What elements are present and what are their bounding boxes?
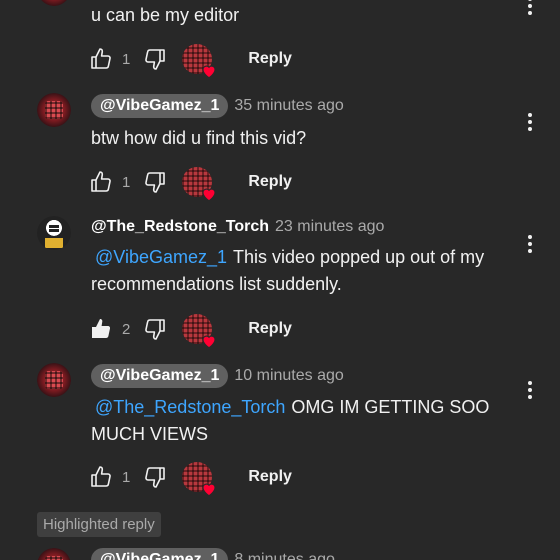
- more-options-button[interactable]: [524, 0, 536, 18]
- like-count: 1: [122, 50, 131, 68]
- thumbs-down-icon: [143, 317, 167, 341]
- avatar[interactable]: [37, 363, 71, 397]
- like-count: 1: [122, 173, 131, 191]
- comment-header: @VibeGamez_1 10 minutes ago: [91, 364, 344, 388]
- creator-heart: [182, 44, 212, 74]
- timestamp[interactable]: 35 minutes ago: [234, 97, 343, 115]
- author-handle[interactable]: @VibeGamez_1: [91, 364, 229, 388]
- highlighted-reply-badge: Highlighted reply: [37, 512, 161, 537]
- like-button[interactable]: [88, 316, 114, 342]
- comment-text: btw how did u find this vid?: [91, 128, 307, 148]
- like-count: 1: [122, 468, 131, 486]
- creator-heart: [182, 314, 212, 344]
- like-button[interactable]: [88, 464, 114, 490]
- author-handle[interactable]: @The_Redstone_Torch: [91, 218, 269, 236]
- author-handle[interactable]: @VibeGamez_1: [91, 94, 229, 118]
- dislike-button[interactable]: [142, 169, 168, 195]
- like-count: 2: [122, 320, 131, 338]
- timestamp[interactable]: 8 minutes ago: [234, 551, 335, 560]
- avatar[interactable]: [37, 0, 71, 6]
- more-vert-icon: [528, 235, 532, 239]
- more-vert-icon: [528, 113, 532, 117]
- reply-button[interactable]: Reply: [248, 320, 292, 338]
- like-button[interactable]: [88, 169, 114, 195]
- creator-heart-icon: [200, 62, 218, 80]
- more-options-button[interactable]: [524, 110, 536, 134]
- dislike-button[interactable]: [142, 464, 168, 490]
- avatar[interactable]: [37, 216, 71, 250]
- timestamp[interactable]: 10 minutes ago: [234, 367, 343, 385]
- dislike-button[interactable]: [142, 46, 168, 72]
- comment-actions: 2 Reply: [88, 314, 292, 344]
- timestamp[interactable]: 23 minutes ago: [275, 218, 384, 236]
- reply-button[interactable]: Reply: [248, 173, 292, 191]
- avatar[interactable]: [37, 93, 71, 127]
- more-options-button[interactable]: [524, 378, 536, 402]
- creator-heart-icon: [200, 185, 218, 203]
- more-options-button[interactable]: [524, 232, 536, 256]
- comment-header: @The_Redstone_Torch 23 minutes ago: [91, 218, 384, 236]
- reply-button[interactable]: Reply: [248, 50, 292, 68]
- mention-link[interactable]: @VibeGamez_1: [95, 247, 227, 267]
- more-vert-icon: [528, 381, 532, 385]
- reply-button[interactable]: Reply: [248, 468, 292, 486]
- comment-text: u can be my editor: [91, 5, 240, 25]
- more-vert-icon: [528, 0, 532, 1]
- thumbs-up-icon: [89, 465, 113, 489]
- creator-heart: [182, 167, 212, 197]
- author-handle[interactable]: @VibeGamez_1: [91, 548, 229, 560]
- like-button[interactable]: [88, 46, 114, 72]
- thumbs-up-icon: [89, 47, 113, 71]
- thumbs-down-icon: [143, 465, 167, 489]
- mention-link[interactable]: @The_Redstone_Torch: [95, 397, 285, 417]
- creator-heart: [182, 462, 212, 492]
- comment-actions: 1 Reply: [88, 462, 292, 492]
- comment-text: @The_Redstone_Torch OMG IM GETTING SOO MU…: [91, 394, 501, 448]
- creator-heart-icon: [200, 332, 218, 350]
- comment-text: @VibeGamez_1 This video popped up out of …: [91, 244, 521, 298]
- comment-actions: 1 Reply: [88, 167, 292, 197]
- comment-header: @VibeGamez_1 8 minutes ago: [91, 548, 335, 560]
- comment-header: @VibeGamez_1 35 minutes ago: [91, 94, 344, 118]
- dislike-button[interactable]: [142, 316, 168, 342]
- thumbs-up-filled-icon: [89, 317, 113, 341]
- avatar[interactable]: [37, 548, 71, 560]
- comment-actions: 1 Reply: [88, 44, 292, 74]
- creator-heart-icon: [200, 480, 218, 498]
- thumbs-up-icon: [89, 170, 113, 194]
- thumbs-down-icon: [143, 170, 167, 194]
- thumbs-down-icon: [143, 47, 167, 71]
